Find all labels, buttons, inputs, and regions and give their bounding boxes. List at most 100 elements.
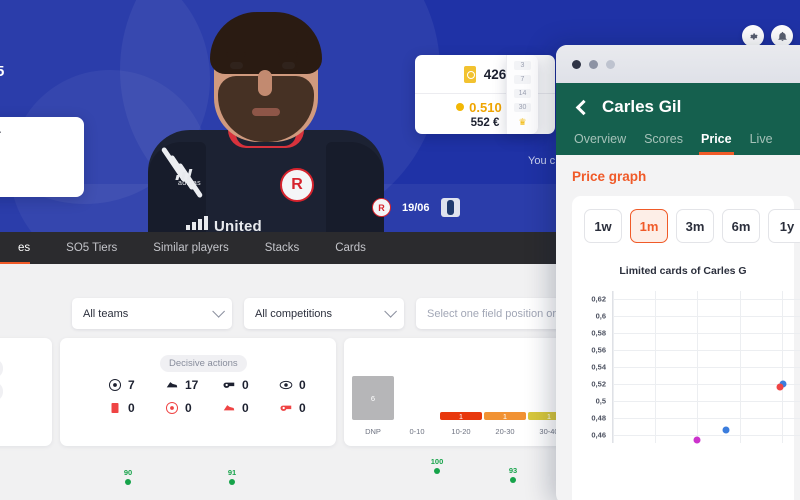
sorare-card-icon (463, 65, 476, 83)
nav-tab-similar-players[interactable]: Similar players (135, 232, 246, 264)
window-dot-dark[interactable] (572, 59, 581, 69)
score-dot[interactable]: 90 (118, 468, 138, 485)
crown-icon: ♛ (518, 117, 527, 128)
histogram-label: 0-10 (409, 427, 425, 436)
nav-tab-cards[interactable]: Cards (317, 232, 384, 264)
goal-icon (108, 378, 122, 392)
team-filter-value: All teams (83, 307, 129, 320)
gridline-horizontal (613, 333, 800, 335)
gridline-horizontal (613, 417, 800, 419)
stat-whistle: 0 (222, 378, 262, 392)
range-button-1w[interactable]: 1w (584, 209, 622, 243)
score-dot[interactable]: 93 (503, 466, 523, 483)
score-fragment: 5 (0, 63, 5, 80)
boot-assist-icon (166, 382, 178, 388)
window-dot-medium[interactable] (589, 59, 598, 69)
modal-body: Price graph 1w 1m 3m 6m 1y Limited cards of … (556, 155, 800, 500)
adidas-logo-icon (175, 169, 198, 180)
y-axis-tick: 0,46 (591, 430, 606, 440)
y-axis: 0,62 0,6 0,58 0,56 0,54 0,52 0,5 0,48 0,46 (572, 291, 610, 443)
modal-tab-overview[interactable]: Overview (574, 132, 626, 155)
stat-own-goal: 0 (165, 401, 205, 415)
match-date: 19/06 (402, 201, 430, 214)
price-graph-title: Price graph (572, 169, 647, 184)
gridline-horizontal (613, 350, 800, 352)
gridline-vertical (613, 291, 614, 443)
player-detail-modal: Carles Gil Overview Scores Price Live Pr… (556, 45, 800, 500)
time-range-selector[interactable]: 1w 1m 3m 6m 1y (572, 209, 800, 243)
nav-tab-stacks[interactable]: Stacks (247, 232, 318, 264)
red-whistle-icon (280, 405, 292, 411)
period-7[interactable]: 7 (514, 74, 531, 84)
chart-area: 0,62 0,6 0,58 0,56 0,54 0,52 0,5 0,48 0,46 (572, 291, 800, 453)
position-primary: ing Midfielder (0, 129, 70, 141)
notifications-button[interactable] (771, 25, 793, 47)
modal-header: Carles Gil Overview Scores Price Live (556, 83, 800, 155)
modal-tab-live[interactable]: Live (750, 132, 773, 155)
y-axis-tick: 0,56 (591, 345, 606, 355)
stat-saves: 0 (279, 378, 319, 392)
period-3[interactable]: 3 (514, 60, 531, 70)
gear-icon (749, 32, 758, 40)
stub-value-2: 0 (0, 382, 4, 401)
histogram-bar: 1 (484, 412, 526, 421)
modal-window-controls[interactable] (556, 45, 800, 83)
period-30[interactable]: 30 (514, 103, 531, 113)
plot-area (612, 291, 800, 444)
histogram-label: 10-20 (451, 427, 471, 436)
settings-button[interactable] (742, 25, 764, 47)
score-distribution-histogram: 6 DNP 0-10 1 10-20 1 20-30 1 30-40 (352, 370, 570, 438)
score-dot-marker (125, 479, 131, 485)
y-axis-tick: 0,5 (595, 396, 606, 406)
window-dot-light[interactable] (606, 59, 615, 69)
stats-card-left (0, 338, 52, 446)
y-axis-tick: 0,6 (595, 311, 606, 321)
decisive-actions-title-wrap: Decisive actions (160, 353, 247, 372)
gridline-vertical (781, 291, 783, 443)
nav-tab-scores[interactable]: es (0, 232, 48, 264)
range-button-1m[interactable]: 1m (630, 209, 668, 243)
score-dot-value: 90 (123, 468, 133, 477)
gridline-horizontal (613, 367, 800, 368)
left-card-values: 0 0 (0, 358, 4, 401)
period-14[interactable]: 14 (514, 88, 531, 98)
nav-tab-so5-tiers[interactable]: SO5 Tiers (48, 232, 135, 264)
modal-tabs[interactable]: Overview Scores Price Live (556, 132, 800, 155)
club-crest-icon: R (280, 168, 314, 202)
gridline-vertical (739, 291, 741, 443)
competition-filter-dropdown[interactable]: All competitions (244, 298, 404, 329)
range-button-6m[interactable]: 6m (722, 209, 760, 243)
histogram-label: 20-30 (495, 427, 515, 436)
data-point-blue[interactable] (722, 426, 730, 434)
stat-red-card: 0 (108, 401, 148, 415)
modal-tab-scores[interactable]: Scores (644, 132, 683, 155)
gridline-horizontal (613, 400, 800, 402)
y-axis-tick: 0,54 (591, 362, 606, 372)
range-button-1y[interactable]: 1y (768, 209, 800, 243)
histogram-bar: 1 (440, 412, 482, 421)
stub-value-1: 0 (0, 359, 4, 378)
whistle-icon (223, 382, 235, 388)
histogram-label: DNP (365, 427, 381, 436)
data-point-magenta[interactable] (693, 436, 701, 444)
modal-tab-price[interactable]: Price (699, 132, 734, 155)
back-chevron-icon[interactable] (575, 99, 592, 115)
decisive-actions-row-negative: 0 0 0 0 (108, 401, 328, 415)
sponsor-logo-icon (186, 216, 212, 230)
price-period-strip[interactable]: 3 7 14 30 ♛ (506, 55, 538, 134)
stat-red-boot: 0 (222, 401, 262, 415)
player-position-tooltip: ing Midfielder NS iker (0, 117, 84, 197)
adidas-wordmark: adidas (178, 180, 202, 187)
data-point-red[interactable] (776, 383, 784, 391)
y-axis-tick: 0,62 (591, 294, 606, 304)
score-dot[interactable]: 91 (222, 468, 242, 485)
score-dot[interactable]: 100 (427, 457, 447, 474)
histogram-bar: 6 (352, 376, 394, 420)
modal-title-row: Carles Gil (556, 97, 800, 132)
eye-save-icon (279, 380, 293, 390)
decisive-actions-grid: 7 17 0 0 0 0 0 0 (108, 378, 328, 424)
position-tertiary: iker (0, 164, 70, 175)
red-card-icon (111, 403, 119, 413)
range-button-3m[interactable]: 3m (676, 209, 714, 243)
team-filter-dropdown[interactable]: All teams (72, 298, 232, 329)
